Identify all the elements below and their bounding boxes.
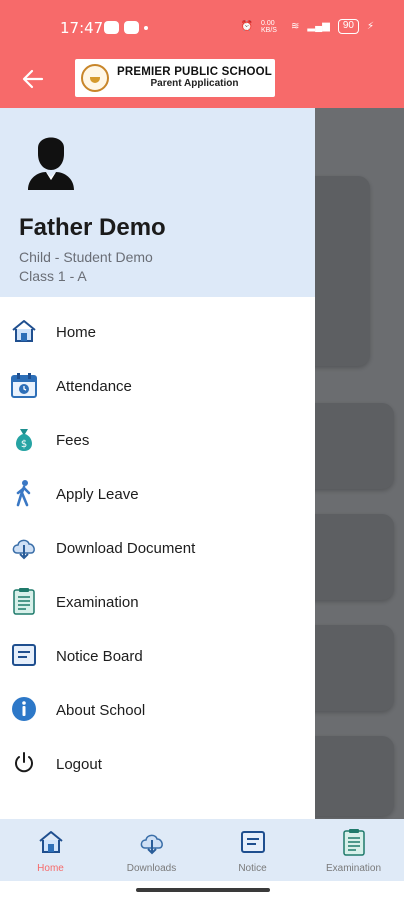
child-name: Child - Student Demo (19, 249, 153, 265)
bottom-nav-examination[interactable]: Examination (303, 819, 404, 881)
school-logo: PREMIER PUBLIC SCHOOL Parent Application (75, 59, 275, 97)
drawer-item-label: Fees (56, 432, 90, 449)
power-icon (15, 752, 33, 773)
battery-indicator: 90 (337, 19, 359, 34)
drawer-item-label: Home (56, 324, 97, 341)
bottom-nav-label: Downloads (126, 863, 177, 874)
bottom-navigation: Home Downloads Notice Examination (0, 819, 404, 881)
cloud-download-icon (12, 539, 35, 560)
drawer-item-logout[interactable]: Logout (0, 739, 315, 793)
drawer-item-label: Apply Leave (56, 486, 139, 503)
status-bar: 17:47 ⏰ 0.00 KB/S ≋ ▂▄▆ 90 ⚡ (0, 0, 404, 52)
school-name: PREMIER PUBLIC SCHOOL (117, 66, 272, 78)
school-emblem-icon (81, 64, 109, 92)
status-indicators: ⏰ 0.00 KB/S ≋ ▂▄▆ 90 ⚡ (241, 19, 374, 34)
bottom-nav-home[interactable]: Home (0, 819, 101, 881)
parent-name: Father Demo (19, 214, 166, 241)
bottom-nav-label: Notice (238, 863, 267, 874)
drawer-header: Father Demo Child - Student Demo Class 1… (0, 108, 315, 297)
bottom-nav-label: Examination (325, 863, 382, 874)
drawer-item-download-document[interactable]: Download Document (0, 523, 315, 577)
status-time: 17:47 (60, 19, 104, 37)
notification-icons (104, 21, 148, 34)
app-bar: PREMIER PUBLIC SCHOOL Parent Application (0, 52, 404, 108)
svg-text:$: $ (21, 439, 27, 450)
home-icon (38, 831, 63, 853)
drawer-item-label: Logout (56, 756, 102, 773)
notification-icon (144, 26, 148, 30)
back-button[interactable] (18, 64, 48, 94)
alarm-icon: ⏰ (240, 21, 253, 32)
bottom-nav-downloads[interactable]: Downloads (101, 819, 202, 881)
user-avatar-icon (28, 137, 74, 190)
wifi-icon: ≋ (290, 21, 300, 32)
drawer-item-attendance[interactable]: Attendance (0, 361, 315, 415)
info-icon (12, 697, 36, 721)
notice-board-icon (240, 831, 265, 853)
drawer-item-notice-board[interactable]: Notice Board (0, 631, 315, 685)
bottom-nav-label: Home (37, 863, 64, 874)
money-bag-icon: $ (16, 429, 32, 451)
notice-board-icon (12, 644, 36, 666)
walking-person-icon (16, 480, 31, 507)
drawer-item-examination[interactable]: Examination (0, 577, 315, 631)
signal-icon: ▂▄▆ (307, 21, 330, 32)
gesture-area (0, 881, 404, 900)
exam-sheet-icon (13, 588, 35, 615)
network-speed: 0.00 KB/S (260, 19, 277, 34)
notification-icon (124, 21, 139, 34)
drawer-item-label: About School (56, 702, 146, 719)
notification-icon (104, 21, 119, 34)
calendar-icon (11, 373, 37, 398)
drawer-item-label: Examination (56, 594, 139, 611)
drawer-menu: Home Attendance $ Fees Apply Leave Downl… (0, 307, 315, 793)
drawer-item-label: Attendance (56, 378, 132, 395)
drawer-item-label: Download Document (56, 540, 196, 557)
drawer-item-label: Notice Board (56, 648, 143, 665)
child-class: Class 1 - A (19, 268, 87, 284)
cloud-download-icon (140, 834, 163, 855)
home-gesture-bar[interactable] (136, 888, 270, 892)
home-icon (12, 320, 36, 342)
drawer-item-home[interactable]: Home (0, 307, 315, 361)
charging-icon: ⚡ (366, 21, 374, 32)
drawer-item-about-school[interactable]: About School (0, 685, 315, 739)
exam-sheet-icon (342, 829, 365, 856)
drawer-item-apply-leave[interactable]: Apply Leave (0, 469, 315, 523)
navigation-drawer: Father Demo Child - Student Demo Class 1… (0, 108, 315, 819)
arrow-left-icon (22, 69, 44, 89)
drawer-item-fees[interactable]: $ Fees (0, 415, 315, 469)
bottom-nav-notice[interactable]: Notice (202, 819, 303, 881)
app-subtitle: Parent Application (150, 78, 239, 89)
